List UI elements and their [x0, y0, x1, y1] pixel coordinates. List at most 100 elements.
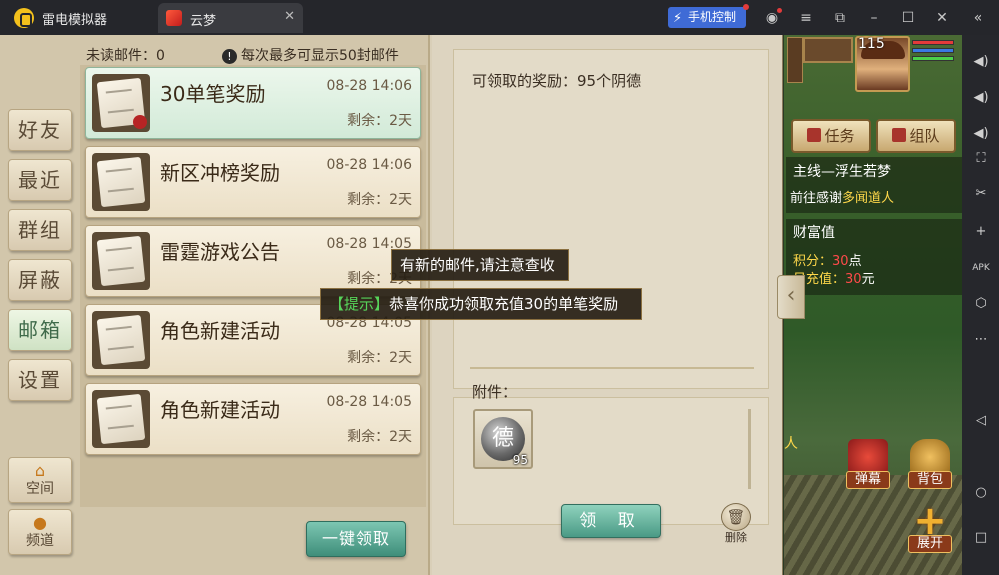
team-tab-label: 组队: [909, 127, 940, 145]
reward-tip-toast: 【提示】恭喜你成功领取充值30的单笔奖励: [320, 288, 642, 320]
fullscreen-icon[interactable]: ⛶: [969, 148, 993, 170]
bag-button[interactable]: 背包: [904, 439, 956, 495]
nav-space-label: 空间: [26, 481, 54, 497]
mail-letter-icon: [92, 74, 150, 132]
mail-date: 08-28 14:06: [326, 78, 412, 94]
unread-count: 未读邮件：0: [86, 48, 165, 64]
scroll-icon: [807, 128, 822, 142]
user-icon[interactable]: ◉: [762, 8, 782, 28]
attachment-label: 附件：: [472, 383, 518, 401]
collect-all-button[interactable]: 一键领取: [306, 521, 406, 557]
bag-label: 背包: [908, 471, 952, 489]
mail-item[interactable]: 30单笔奖励 08-28 14:06 剩余：2天: [85, 67, 421, 139]
nav-channel[interactable]: ● 频道: [8, 509, 72, 555]
attachment-quantity: 95: [512, 453, 528, 467]
phone-control-button[interactable]: ⚡ 手机控制: [668, 4, 749, 28]
mail-letter-icon: [92, 153, 150, 211]
lightning-icon: ⚡: [673, 11, 683, 26]
volume-down-icon[interactable]: ◀): [969, 87, 993, 109]
tab-label: 云梦: [190, 14, 217, 29]
expand-button[interactable]: + 展开: [904, 498, 956, 559]
back-icon[interactable]: ◁: [969, 410, 993, 432]
tab-close-icon[interactable]: ✕: [284, 9, 295, 24]
mail-remaining: 剩余：2天: [347, 192, 412, 208]
mail-title: 角色新建活动: [160, 319, 280, 343]
charge-line: 日充值：30元: [793, 272, 875, 287]
mail-item[interactable]: 角色新建活动 08-28 14:05 剩余：2天: [85, 383, 421, 455]
mail-letter-icon: [92, 232, 150, 290]
mail-remaining: 剩余：2天: [347, 350, 412, 366]
claim-button[interactable]: 领 取: [561, 504, 661, 538]
recents-icon[interactable]: □: [969, 527, 993, 549]
quest-tab-label: 任务: [824, 127, 855, 145]
volume-mute-icon[interactable]: ◀): [969, 123, 993, 145]
warning-icon: !: [222, 49, 237, 64]
reward-text: 可领取的奖励：95个阴德: [472, 72, 642, 90]
nav-groups[interactable]: 群组: [8, 209, 72, 251]
collapse-sidebar-icon[interactable]: «: [968, 8, 988, 28]
nav-settings[interactable]: 设置: [8, 359, 72, 401]
menu-icon[interactable]: ≡: [796, 8, 816, 28]
mail-limit-notice: ! 每次最多可显示50封邮件: [222, 45, 399, 65]
settings-hex-icon[interactable]: ⬡: [969, 293, 993, 315]
nav-blocked[interactable]: 屏蔽: [8, 259, 72, 301]
attachment-item[interactable]: 德 95: [473, 409, 533, 469]
attachment-scrollbar[interactable]: [748, 409, 751, 489]
phone-control-label: 手机控制: [688, 10, 737, 24]
quest-tab[interactable]: 任务: [791, 119, 871, 153]
add-window-icon[interactable]: +: [969, 221, 993, 243]
bag-icon: [910, 439, 950, 475]
emulator-window: 雷电模拟器 云梦 ✕ ⚡ 手机控制 ◉ ≡ ⧉ – ☐ ✕ « ◀) ◀) ◀)…: [0, 0, 999, 575]
hud-buff-panel: [803, 37, 853, 63]
mail-letter-icon: [92, 311, 150, 369]
mail-title: 角色新建活动: [160, 398, 280, 422]
quest-desc: 前往感谢多闻道人: [790, 191, 895, 206]
mail-content-box: [453, 49, 769, 389]
home-icon[interactable]: ○: [969, 482, 993, 504]
mail-title: 雷霆游戏公告: [160, 240, 280, 264]
collapse-panel-arrow-icon[interactable]: ‹: [777, 275, 805, 319]
nav-recent[interactable]: 最近: [8, 159, 72, 201]
apk-install-icon[interactable]: APK: [969, 257, 993, 279]
more-icon[interactable]: ⋯: [969, 329, 993, 351]
mail-limit-text: 每次最多可显示50封邮件: [241, 48, 399, 64]
team-tab[interactable]: 组队: [876, 119, 956, 153]
barrage-label: 弹幕: [846, 471, 890, 489]
nav-friends[interactable]: 好友: [8, 109, 72, 151]
volume-up-icon[interactable]: ◀): [969, 51, 993, 73]
mail-remaining: 剩余：2天: [347, 429, 412, 445]
app-name: 雷电模拟器: [42, 13, 108, 28]
quest-npc-link[interactable]: 多闻道人: [842, 191, 894, 206]
mp-bar: [912, 48, 954, 53]
popout-icon[interactable]: ⧉: [830, 8, 850, 28]
hud-side-panel: [787, 37, 803, 83]
delete-label: 删除: [725, 531, 747, 544]
barrage-button[interactable]: 弹幕: [842, 439, 894, 495]
game-screen: 115 任务 组队 主线—浮生若梦 前往感谢多闻道人 财富值 积分：30点 日充…: [0, 35, 962, 575]
plus-icon: +: [913, 498, 947, 544]
mail-title: 新区冲榜奖励: [160, 161, 280, 185]
maximize-icon[interactable]: ☐: [898, 8, 918, 28]
close-icon[interactable]: ✕: [932, 8, 952, 28]
xp-bar: [912, 56, 954, 61]
score-line: 积分：30点: [793, 254, 862, 269]
attachment-seal-icon: [133, 115, 147, 129]
ldplayer-logo-icon: [14, 8, 34, 28]
mail-list[interactable]: 30单笔奖励 08-28 14:06 剩余：2天 新区冲榜奖励 08-28 14…: [80, 65, 426, 507]
npc-name-fragment: 人: [784, 436, 798, 452]
new-mail-toast: 有新的邮件,请注意查收: [391, 249, 569, 281]
nav-space[interactable]: ⌂ 空间: [8, 457, 72, 503]
chat-bubble-icon: ●: [33, 513, 47, 532]
divider: [470, 367, 754, 369]
game-app-icon: [166, 10, 182, 26]
nav-channel-label: 频道: [26, 533, 54, 549]
hp-bar: [912, 40, 954, 45]
delete-button[interactable]: 🗑 删除: [718, 503, 754, 544]
scissors-icon[interactable]: ✂: [969, 183, 993, 205]
mail-item[interactable]: 新区冲榜奖励 08-28 14:06 剩余：2天: [85, 146, 421, 218]
nav-mailbox[interactable]: 邮箱: [8, 309, 72, 351]
barrage-icon: [848, 439, 888, 475]
minimize-icon[interactable]: –: [864, 8, 884, 28]
tab-yunmeng[interactable]: 云梦 ✕: [158, 3, 303, 33]
mail-item[interactable]: 雷霆游戏公告 08-28 14:05 剩余：2天: [85, 225, 421, 297]
